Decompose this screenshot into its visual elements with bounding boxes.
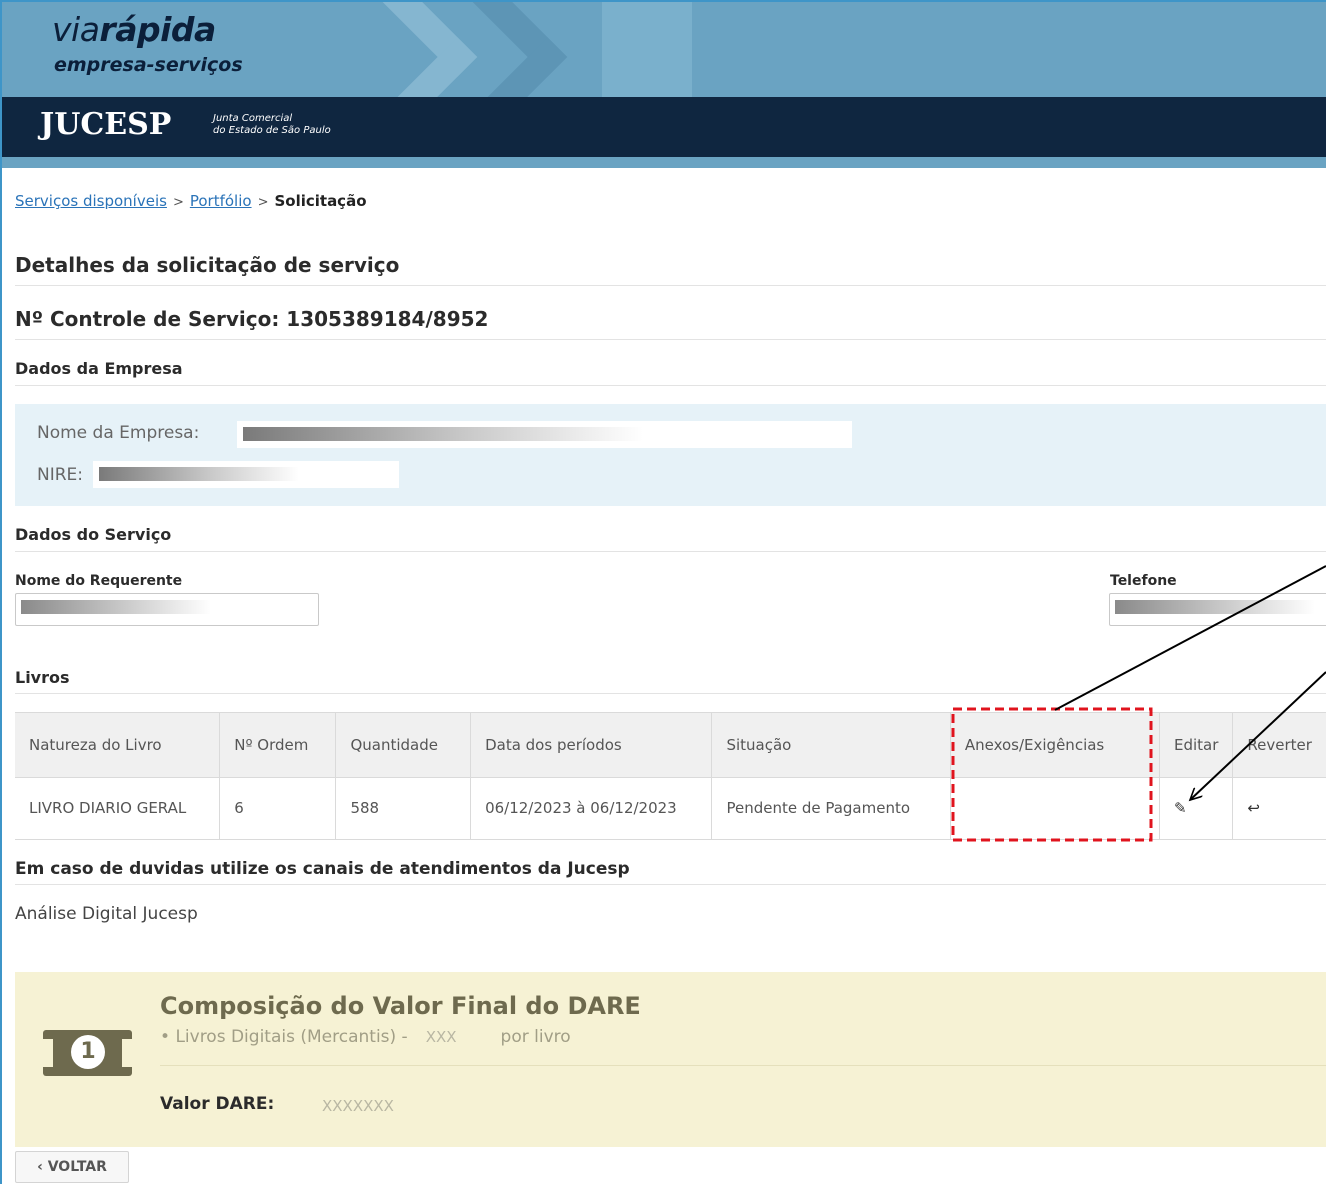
jucesp-logo: JUCESP xyxy=(40,107,172,142)
cell-status: Pendente de Pagamento xyxy=(711,777,951,840)
divider xyxy=(15,339,1326,340)
divider xyxy=(15,693,1326,694)
col-header-order: Nº Ordem xyxy=(219,712,337,778)
company-name-value xyxy=(237,421,852,448)
logo-via-text: via xyxy=(52,10,100,49)
phone-field[interactable] xyxy=(1109,593,1326,626)
logo-subtitle: empresa-serviços xyxy=(54,54,243,76)
edit-icon[interactable]: ✎ xyxy=(1174,799,1187,817)
cell-revert: ↩ xyxy=(1232,777,1326,840)
contact-text: Análise Digital Jucesp xyxy=(15,904,198,924)
col-header-revert: Reverter xyxy=(1232,712,1326,778)
col-header-status: Situação xyxy=(711,712,951,778)
dare-item-label: Livros Digitais (Mercantis) - xyxy=(175,1027,408,1047)
dare-value: XXXXXXX xyxy=(322,1097,394,1115)
table-row: LIVRO DIARIO GERAL 6 588 06/12/2023 à 06… xyxy=(15,777,1326,840)
col-header-attachments: Anexos/Exigências xyxy=(950,712,1160,778)
cell-nature: LIVRO DIARIO GERAL xyxy=(15,777,221,840)
dare-item-suffix: por livro xyxy=(500,1027,571,1047)
breadcrumb-current: Solicitação xyxy=(274,192,367,210)
col-header-period: Data dos períodos xyxy=(470,712,713,778)
requester-label: Nome do Requerente xyxy=(15,573,183,589)
revert-icon[interactable]: ↩ xyxy=(1247,799,1260,817)
col-header-quantity: Quantidade xyxy=(335,712,472,778)
col-header-edit: Editar xyxy=(1159,712,1234,778)
service-section-title: Dados do Serviço xyxy=(15,525,172,544)
dare-line-item: • Livros Digitais (Mercantis) - XXX por li… xyxy=(160,1027,571,1047)
dare-title: Composição do Valor Final do DARE xyxy=(160,992,641,1020)
money-icon-notch xyxy=(122,1039,132,1067)
table-header-row: Natureza do Livro Nº Ordem Quantidade Da… xyxy=(15,712,1326,778)
dare-bullet: • xyxy=(160,1027,171,1047)
header-banner: viarápida empresa-serviços xyxy=(2,2,1326,97)
breadcrumb: Serviços disponíveis > Portfólio > Solicitaç… xyxy=(15,192,367,210)
jucesp-subtitle-line1: Junta Comercial xyxy=(213,113,293,124)
divider xyxy=(15,385,1326,386)
header-strip xyxy=(2,157,1326,168)
dare-value-label: Valor DARE: xyxy=(160,1094,275,1114)
logo-rapida-text: rápida xyxy=(99,10,216,49)
banner-decoration xyxy=(602,2,692,97)
dare-item-value: XXX xyxy=(425,1028,457,1046)
divider xyxy=(160,1065,1326,1066)
cell-attachments xyxy=(950,777,1160,840)
dare-panel: 1 Composição do Valor Final do DARE • Li… xyxy=(15,972,1326,1147)
phone-label: Telefone xyxy=(1110,573,1177,589)
breadcrumb-portfolio-link[interactable]: Portfólio xyxy=(190,192,252,210)
money-icon: 1 xyxy=(43,1030,132,1076)
control-number: Nº Controle de Serviço: 1305389184/8952 xyxy=(15,307,489,331)
breadcrumb-services-link[interactable]: Serviços disponíveis xyxy=(15,192,167,210)
cell-order: 6 xyxy=(219,777,337,840)
breadcrumb-separator: > xyxy=(172,195,184,210)
money-icon-digit: 1 xyxy=(71,1035,105,1069)
money-icon-notch xyxy=(43,1039,53,1067)
breadcrumb-separator: > xyxy=(257,195,269,210)
back-button[interactable]: ‹ VOLTAR xyxy=(15,1151,129,1183)
cell-quantity: 588 xyxy=(335,777,472,840)
contact-title: Em caso de duvidas utilize os canais de … xyxy=(15,859,630,879)
jucesp-bar: JUCESP Junta Comercial do Estado de São … xyxy=(2,97,1326,157)
company-info-box: Nome da Empresa: NIRE: xyxy=(15,404,1326,506)
requester-field[interactable] xyxy=(15,593,319,626)
books-section-title: Livros xyxy=(15,668,70,687)
logo-viarapida[interactable]: viarápida xyxy=(52,10,216,49)
company-name-label: Nome da Empresa: xyxy=(37,423,200,443)
cell-edit: ✎ xyxy=(1159,777,1234,840)
divider xyxy=(15,551,1326,552)
cell-period: 06/12/2023 à 06/12/2023 xyxy=(470,777,713,840)
col-header-nature: Natureza do Livro xyxy=(15,712,221,778)
page-title: Detalhes da solicitação de serviço xyxy=(15,253,400,277)
company-section-title: Dados da Empresa xyxy=(15,359,183,378)
divider xyxy=(15,285,1326,286)
nire-value xyxy=(93,461,399,488)
jucesp-subtitle-line2: do Estado de São Paulo xyxy=(213,125,331,136)
divider xyxy=(15,884,1326,885)
books-table: Natureza do Livro Nº Ordem Quantidade Da… xyxy=(15,712,1326,840)
jucesp-subtitle: Junta Comercial do Estado de São Paulo xyxy=(213,113,331,137)
nire-label: NIRE: xyxy=(37,465,84,485)
